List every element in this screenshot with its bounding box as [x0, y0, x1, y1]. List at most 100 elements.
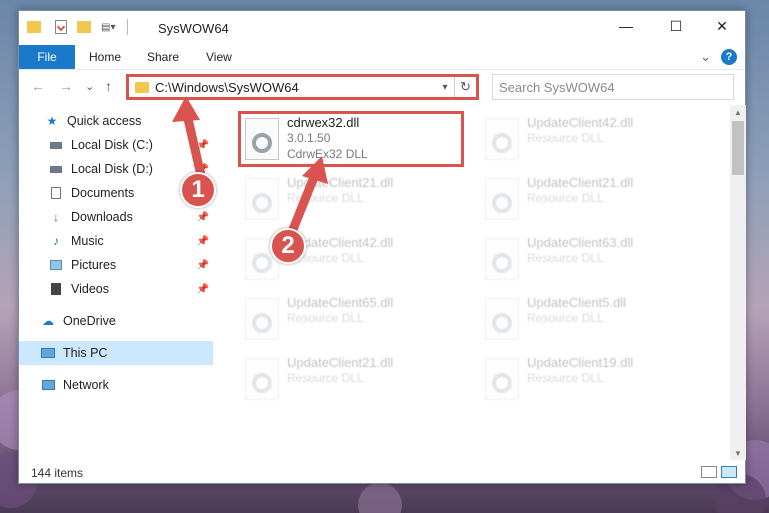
- chevron-down-icon[interactable]: ▾: [436, 82, 454, 93]
- sidebar-item-network[interactable]: Network: [19, 373, 213, 397]
- file-item[interactable]: UpdateClient21.dll Resource DLL: [477, 171, 697, 227]
- file-name: UpdateClient65.dll: [287, 295, 394, 310]
- tab-home[interactable]: Home: [89, 45, 121, 69]
- scrollbar-thumb[interactable]: [732, 121, 744, 175]
- tab-file[interactable]: File: [19, 45, 75, 69]
- minimize-button[interactable]: —: [603, 11, 649, 41]
- expand-ribbon-icon[interactable]: ⌄: [700, 49, 711, 65]
- sidebar-item-label: Music: [71, 234, 104, 248]
- folder-icon: [27, 21, 41, 33]
- sidebar-item-downloads[interactable]: ↓ Downloads 📌: [19, 205, 213, 229]
- ribbon-tabs: File Home Share View ⌄ ?: [19, 45, 745, 69]
- download-icon: ↓: [53, 210, 59, 224]
- dll-file-icon: [485, 358, 519, 400]
- pin-icon[interactable]: 📌: [197, 260, 209, 271]
- dll-file-icon: [245, 178, 279, 220]
- sidebar-item-label: Local Disk (C:): [71, 138, 153, 152]
- help-icon[interactable]: ?: [721, 49, 737, 65]
- search-placeholder: Search SysWOW64: [499, 79, 615, 95]
- customize-toolbar-icon[interactable]: ▤▾: [101, 22, 115, 33]
- tiles-view-icon[interactable]: [721, 466, 737, 478]
- dll-file-icon: [485, 238, 519, 280]
- file-name: UpdateClient42.dll: [527, 115, 634, 130]
- recent-locations-icon[interactable]: ⌄: [85, 80, 94, 93]
- file-item[interactable]: UpdateClient63.dll Resource DLL: [477, 231, 697, 287]
- pictures-icon: [49, 258, 63, 272]
- file-name: UpdateClient21.dll: [527, 175, 634, 190]
- file-description: Resource DLL: [287, 191, 364, 205]
- explorer-window: ▤▾ SysWOW64 — ☐ ✕ File Home Share View ⌄…: [18, 10, 746, 484]
- pin-icon[interactable]: 📌: [197, 140, 209, 151]
- music-icon: ♪: [53, 234, 59, 248]
- minimize-icon: —: [619, 18, 633, 34]
- sidebar-item-pictures[interactable]: Pictures 📌: [19, 253, 213, 277]
- network-icon: [41, 378, 55, 392]
- file-name: UpdateClient21.dll: [287, 175, 394, 190]
- address-path[interactable]: C:\Windows\SysWOW64: [155, 80, 436, 95]
- file-name: UpdateClient19.dll: [527, 355, 634, 370]
- dll-file-icon: [485, 298, 519, 340]
- sidebar-item-label: Documents: [71, 186, 135, 200]
- file-item[interactable]: UpdateClient19.dll Resource DLL: [477, 351, 697, 407]
- pin-icon[interactable]: 📌: [197, 284, 209, 295]
- file-item[interactable]: UpdateClient21.dll Resource DLL: [237, 171, 457, 227]
- scroll-down-icon[interactable]: ▼: [730, 446, 746, 460]
- search-input[interactable]: Search SysWOW64: [492, 74, 734, 100]
- divider: [127, 19, 129, 35]
- sidebar-item-music[interactable]: ♪ Music 📌: [19, 229, 213, 253]
- forward-icon[interactable]: →: [59, 78, 73, 94]
- file-description: Resource DLL: [527, 191, 604, 205]
- file-description: Resource DLL: [287, 311, 364, 325]
- file-item[interactable]: UpdateClient42.dll Resource DLL: [477, 111, 697, 167]
- file-item[interactable]: UpdateClient65.dll Resource DLL: [237, 291, 457, 347]
- sidebar-item-quick-access[interactable]: ★ Quick access: [19, 109, 213, 133]
- refresh-icon[interactable]: ↻: [454, 77, 476, 97]
- close-icon: ✕: [716, 17, 728, 34]
- sidebar-item-label: This PC: [63, 346, 108, 360]
- drive-icon: [49, 138, 63, 152]
- navigation-bar: ← → ⌄ ↑ C:\Windows\SysWOW64 ▾ ↻ Search S…: [19, 69, 745, 103]
- folder-icon: [135, 81, 149, 93]
- cloud-icon: ☁: [42, 314, 54, 328]
- pin-icon[interactable]: 📌: [197, 236, 209, 247]
- documents-icon: [49, 186, 63, 200]
- pin-icon[interactable]: 📌: [197, 212, 209, 223]
- sidebar-item-videos[interactable]: Videos 📌: [19, 277, 213, 301]
- file-item[interactable]: UpdateClient5.dll Resource DLL: [477, 291, 697, 347]
- file-description: Resource DLL: [527, 371, 604, 385]
- maximize-button[interactable]: ☐: [653, 11, 699, 41]
- navigation-pane: ★ Quick access Local Disk (C:) 📌 Local D…: [19, 105, 213, 460]
- sidebar-item-label: Videos: [71, 282, 109, 296]
- back-icon[interactable]: ←: [31, 78, 45, 94]
- sidebar-item-label: Pictures: [71, 258, 117, 272]
- view-switcher: [701, 466, 737, 478]
- dll-file-icon: [485, 178, 519, 220]
- dll-file-icon: [245, 358, 279, 400]
- tab-share[interactable]: Share: [147, 45, 179, 69]
- star-icon: ★: [46, 114, 58, 128]
- sidebar-item-local-disk-c[interactable]: Local Disk (C:) 📌: [19, 133, 213, 157]
- close-button[interactable]: ✕: [699, 11, 745, 41]
- window-title: SysWOW64: [158, 21, 229, 36]
- new-folder-icon[interactable]: [77, 21, 91, 33]
- up-icon[interactable]: ↑: [105, 78, 112, 94]
- vertical-scrollbar[interactable]: ▲ ▼: [730, 105, 746, 460]
- properties-icon[interactable]: [55, 20, 67, 34]
- details-view-icon[interactable]: [701, 466, 717, 478]
- tab-view[interactable]: View: [206, 45, 232, 69]
- sidebar-item-this-pc[interactable]: This PC: [19, 341, 213, 365]
- file-description: Resource DLL: [527, 311, 604, 325]
- maximize-icon: ☐: [669, 17, 683, 34]
- sidebar-item-label: Network: [63, 378, 109, 392]
- sidebar-item-label: Downloads: [71, 210, 133, 224]
- address-bar[interactable]: C:\Windows\SysWOW64 ▾ ↻: [126, 74, 479, 100]
- status-bar: 144 items: [19, 462, 745, 484]
- file-item[interactable]: UpdateClient21.dll Resource DLL: [237, 351, 457, 407]
- sidebar-item-label: Quick access: [67, 114, 142, 128]
- file-name: UpdateClient5.dll: [527, 295, 627, 310]
- dll-file-icon: [245, 298, 279, 340]
- scroll-up-icon[interactable]: ▲: [730, 105, 746, 119]
- sidebar-item-onedrive[interactable]: ☁ OneDrive: [19, 309, 213, 333]
- ribbon-controls: ⌄ ?: [700, 49, 737, 65]
- annotation-step-2: 2: [270, 228, 306, 264]
